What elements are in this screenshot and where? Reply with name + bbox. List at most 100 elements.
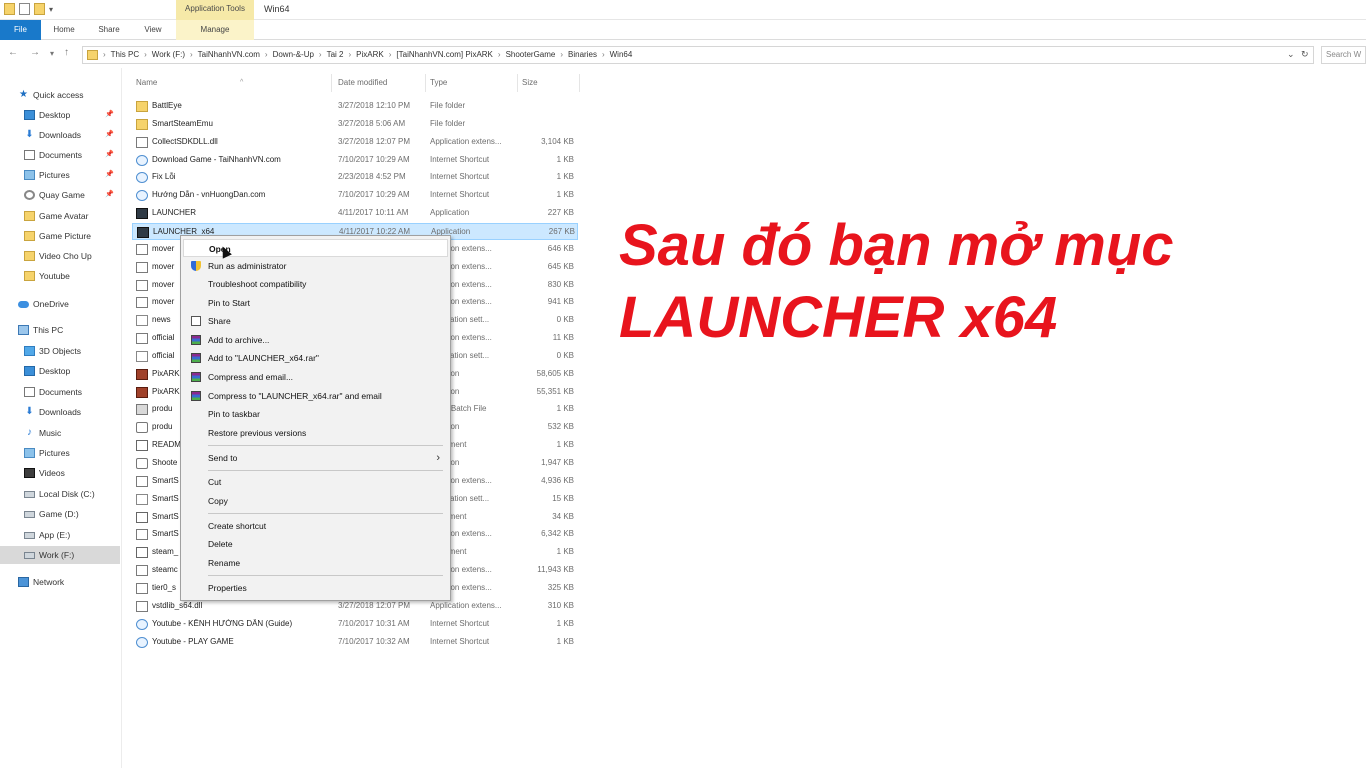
file-row[interactable]: Fix Lỗi 2/23/2018 4:52 PM Internet Shortcu…: [132, 169, 578, 186]
menu-item-add-to-archive[interactable]: Add to archive...: [183, 331, 448, 349]
menu-item-rename[interactable]: Rename: [183, 554, 448, 572]
url-file-icon: [136, 154, 148, 166]
sidebar-item-pictures-pc[interactable]: Pictures: [0, 444, 120, 462]
up-arrow-icon[interactable]: ↑: [64, 47, 69, 58]
sidebar-item-label: Quay Game: [39, 190, 85, 200]
breadcrumb-item[interactable]: Down-&-Up: [273, 50, 314, 59]
url-file-icon: [136, 190, 148, 202]
sidebar-item-app-e[interactable]: App (E:): [0, 526, 120, 544]
menu-item-run-as-administrator[interactable]: Run as administrator: [183, 257, 448, 275]
menu-item-cut[interactable]: Cut: [183, 473, 448, 491]
sidebar-item-documents[interactable]: Documents 📌: [0, 146, 120, 164]
menu-item-copy[interactable]: Copy: [183, 492, 448, 510]
file-row[interactable]: BattlEye 3/27/2018 12:10 PM File folder: [132, 98, 578, 115]
folder-file-icon: [136, 118, 148, 130]
file-row[interactable]: SmartSteamEmu 3/27/2018 5:06 AM File folde…: [132, 116, 578, 133]
dll-file-icon: [136, 261, 148, 273]
sidebar-item-documents-pc[interactable]: Documents: [0, 383, 120, 401]
sidebar-item-music[interactable]: ♪ Music: [0, 424, 120, 442]
sidebar-item-quick-access[interactable]: ★ Quick access: [0, 86, 120, 104]
forward-arrow-icon[interactable]: →: [30, 47, 40, 58]
folder-icon[interactable]: [4, 3, 15, 15]
file-type: Internet Shortcut: [430, 172, 490, 182]
sidebar-item-game-d[interactable]: Game (D:): [0, 505, 120, 523]
sidebar-item-local-disk-c[interactable]: Local Disk (C:): [0, 485, 120, 503]
breadcrumb-item[interactable]: This PC: [111, 50, 139, 59]
breadcrumb-item[interactable]: Tai 2: [327, 50, 344, 59]
sidebar-item-network[interactable]: Network: [0, 573, 120, 591]
drive-icon: [24, 551, 35, 559]
address-bar[interactable]: › This PC › Work (F:) › TaiNhanhVN.com ›…: [82, 46, 1314, 64]
sidebar-item-quay-game[interactable]: Quay Game 📌: [0, 186, 120, 204]
breadcrumb-item[interactable]: ShooterGame: [506, 50, 556, 59]
sidebar-item-label: This PC: [33, 325, 64, 335]
sidebar-item-3d-objects[interactable]: 3D Objects: [0, 342, 120, 360]
file-date: 7/10/2017 10:32 AM: [338, 636, 410, 646]
menu-item-compress-and-email[interactable]: Compress and email...: [183, 368, 448, 386]
file-size: 227 KB: [547, 208, 574, 218]
breadcrumb-item[interactable]: PixARK: [356, 50, 384, 59]
address-dropdown-icon[interactable]: ⌄: [1287, 49, 1295, 60]
menu-item-send-to[interactable]: Send to ›: [183, 449, 448, 467]
breadcrumb-item[interactable]: Work (F:): [152, 50, 185, 59]
menu-item-pin-to-taskbar[interactable]: Pin to taskbar: [183, 405, 448, 423]
sidebar-item-youtube[interactable]: Youtube: [0, 267, 120, 285]
sidebar-item-work-f[interactable]: Work (F:): [0, 546, 120, 564]
breadcrumb-item[interactable]: Binaries: [568, 50, 597, 59]
tab-file[interactable]: File: [0, 20, 41, 40]
pictures-icon: [24, 448, 35, 458]
sidebar-item-desktop-pc[interactable]: Desktop: [0, 362, 120, 380]
sidebar-item-downloads[interactable]: ⬇ Downloads 📌: [0, 126, 120, 144]
sidebar-item-pictures[interactable]: Pictures 📌: [0, 166, 120, 184]
sidebar-item-downloads-pc[interactable]: ⬇ Downloads: [0, 403, 120, 421]
folder-file-icon: [136, 101, 148, 112]
tab-share[interactable]: Share: [88, 20, 130, 40]
menu-item-share[interactable]: Share: [183, 312, 448, 330]
column-header-type[interactable]: Type: [426, 74, 518, 92]
menu-item-create-shortcut[interactable]: Create shortcut: [183, 517, 448, 535]
file-row[interactable]: LAUNCHER 4/11/2017 10:11 AM Application 227…: [132, 205, 578, 222]
tab-view[interactable]: View: [134, 20, 172, 40]
pin-icon: 📌: [105, 131, 114, 138]
sidebar-item-videos[interactable]: Videos: [0, 464, 120, 482]
column-header-date[interactable]: Date modified: [334, 74, 426, 92]
back-arrow-icon[interactable]: ←: [8, 47, 18, 58]
file-row[interactable]: Youtube - PLAY GAME 7/10/2017 10:32 AM Int…: [132, 634, 578, 651]
pin-icon: 📌: [105, 151, 114, 158]
tab-manage[interactable]: Manage: [176, 20, 254, 40]
file-row[interactable]: Download Game - TaiNhanhVN.com 7/10/2017 …: [132, 152, 578, 169]
winrar-icon: [191, 391, 201, 401]
search-input[interactable]: Search W: [1321, 46, 1366, 64]
file-row[interactable]: Youtube - KÊNH HƯỚNG DẪN (Guide) 7/10/201…: [132, 616, 578, 633]
menu-item-properties[interactable]: Properties: [183, 579, 448, 597]
sidebar-item-onedrive[interactable]: OneDrive: [0, 295, 120, 313]
customize-toolbar-icon[interactable]: ▾: [49, 5, 53, 14]
file-size: 646 KB: [547, 243, 574, 253]
properties-icon[interactable]: [19, 3, 30, 15]
column-header-name[interactable]: Name ^: [132, 74, 332, 92]
tab-home[interactable]: Home: [44, 20, 84, 40]
sidebar-item-desktop[interactable]: Desktop 📌: [0, 106, 120, 124]
refresh-icon[interactable]: ↻: [1301, 49, 1309, 60]
menu-item-restore-previous-versions[interactable]: Restore previous versions: [183, 424, 448, 442]
sidebar-item-this-pc[interactable]: This PC: [0, 321, 120, 339]
breadcrumb-item[interactable]: Win64: [610, 50, 633, 59]
file-row[interactable]: Hướng Dẫn - vnHuongDan.com 7/10/2017 10:2…: [132, 187, 578, 204]
new-folder-icon[interactable]: [34, 3, 45, 15]
sidebar-item-game-avatar[interactable]: Game Avatar: [0, 207, 120, 225]
file-row[interactable]: CollectSDKDLL.dll 3/27/2018 12:07 PM Appli…: [132, 134, 578, 151]
sidebar-item-game-picture[interactable]: Game Picture: [0, 227, 120, 245]
menu-item-pin-to-start[interactable]: Pin to Start: [183, 294, 448, 312]
menu-item-add-to-rar[interactable]: Add to "LAUNCHER_x64.rar": [183, 349, 448, 367]
breadcrumb-item[interactable]: [TaiNhanhVN.com] PixARK: [396, 50, 492, 59]
recent-locations-icon[interactable]: ▾: [50, 49, 54, 58]
sidebar-item-video-cho-up[interactable]: Video Cho Up: [0, 247, 120, 265]
breadcrumb-item[interactable]: TaiNhanhVN.com: [198, 50, 260, 59]
menu-item-delete[interactable]: Delete: [183, 535, 448, 553]
menu-item-troubleshoot-compatibility[interactable]: Troubleshoot compatibility: [183, 275, 448, 293]
file-date: 7/10/2017 10:29 AM: [338, 154, 410, 164]
file-size: 15 KB: [552, 493, 574, 503]
column-header-size[interactable]: Size: [518, 74, 580, 92]
context-menu: Open Run as administrator Troubleshoot c…: [180, 235, 451, 601]
menu-item-compress-to-rar-and-email[interactable]: Compress to "LAUNCHER_x64.rar" and email: [183, 387, 448, 405]
